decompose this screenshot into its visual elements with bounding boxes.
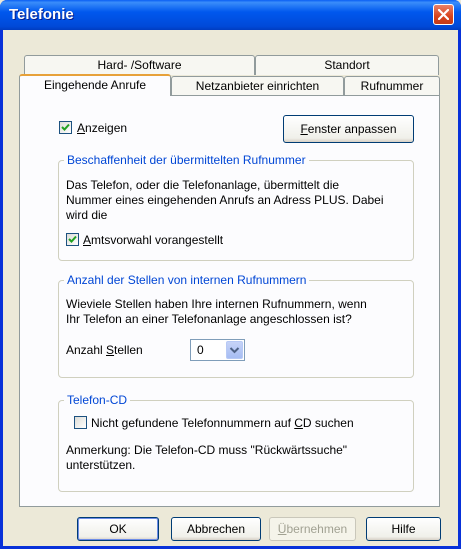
note-line: unterstützen. [66,458,136,472]
checkmark-icon [68,235,77,243]
description-line: Das Telefon, oder die Telefonanlage, übe… [66,178,340,192]
close-icon [438,9,449,20]
description-line: Nummer eines eingehenden Anrufs an Adres… [66,193,384,207]
tab-label: Eingehende Anrufe [43,78,147,92]
apply-button[interactable]: Übernehmen [269,517,356,541]
tab-label: Rufnummer [360,79,424,93]
description-line: wird die [66,208,108,222]
description-line: Wieviele Stellen haben Ihre internen Ruf… [66,297,367,311]
show-checkbox[interactable] [59,121,72,134]
tab-eingehende-anrufe[interactable]: Eingehende Anrufe [19,74,171,96]
area-code-checkbox[interactable] [66,233,79,246]
title-bar[interactable]: Telefonie [0,0,461,30]
checkmark-icon [61,123,70,131]
ok-button[interactable]: OK [77,517,159,541]
dropdown-button[interactable] [226,341,243,359]
group-legend: Anzahl der Stellen von internen Rufnumme… [64,273,310,287]
help-button[interactable]: Hilfe [366,517,441,541]
window-title: Telefonie [9,6,74,23]
description-line: Ihr Telefon an einer Telefonanlage anges… [66,312,352,326]
digits-select[interactable]: 0 [190,339,245,361]
show-label[interactable]: Anzeigen [77,121,127,135]
tab-label: Standort [324,58,370,72]
tab-rufnummer[interactable]: Rufnummer [344,76,440,96]
select-value: 0 [197,343,204,357]
cancel-button[interactable]: Abbrechen [171,517,261,541]
note-line: Anmerkung: Die Telefon-CD muss "Rückwärt… [66,443,348,457]
tab-label: Netzanbieter einrichten [195,79,320,93]
tab-label: Hard- /Software [97,58,182,72]
area-code-label[interactable]: Amtsvorwahl vorangestellt [83,233,223,247]
group-legend: Beschaffenheit der übermittelten Rufnumm… [64,153,309,167]
fit-window-button[interactable]: Fenster anpassen [283,115,414,143]
cd-search-label[interactable]: Nicht gefundene Telefonnummern auf CD su… [91,416,354,430]
internal-digits-group [58,280,414,378]
group-legend: Telefon-CD [64,393,131,407]
cd-search-checkbox[interactable] [74,416,87,429]
tab-hard-software[interactable]: Hard- /Software [24,55,255,75]
tab-netzanbieter[interactable]: Netzanbieter einrichten [171,76,344,96]
close-button[interactable] [433,4,454,25]
chevron-down-icon [229,347,240,354]
tab-standort[interactable]: Standort [255,55,439,75]
digits-label: Anzahl Stellen [66,343,143,357]
